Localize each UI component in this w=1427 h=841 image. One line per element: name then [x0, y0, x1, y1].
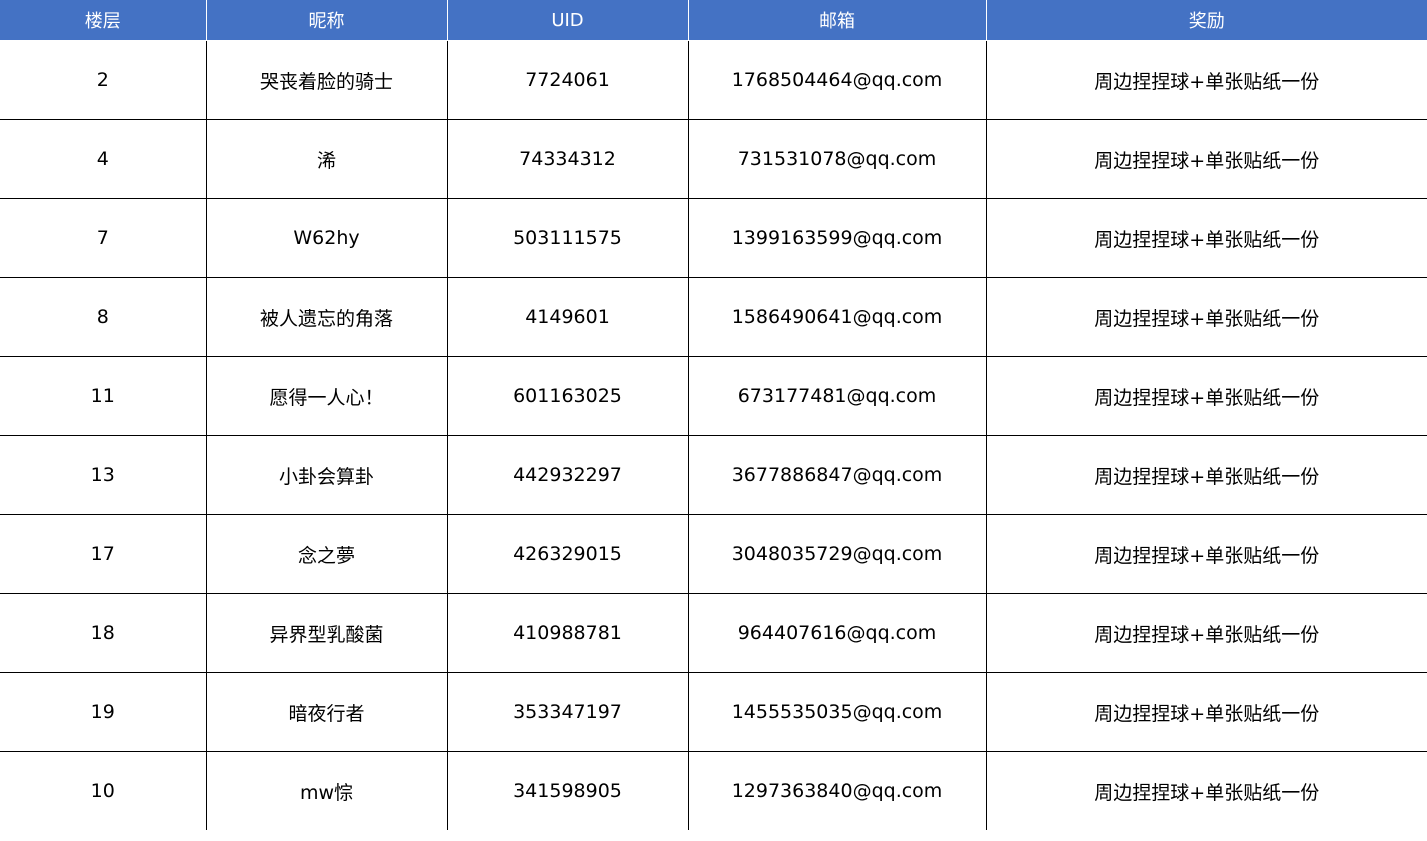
cell-email: 1586490641@qq.com [687, 277, 987, 357]
cell-floor: 17 [0, 514, 207, 594]
cell-nickname: 暗夜行者 [205, 672, 448, 752]
table-row: 10 mw悰 341598905 1297363840@qq.com 周边捏捏球… [0, 751, 1427, 830]
cell-reward: 周边捏捏球+单张贴纸一份 [985, 277, 1427, 357]
cell-reward: 周边捏捏球+单张贴纸一份 [985, 40, 1427, 120]
cell-uid: 74334312 [446, 119, 689, 199]
header-reward: 奖励 [985, 0, 1427, 41]
header-floor: 楼层 [0, 0, 207, 41]
cell-reward: 周边捏捏球+单张贴纸一份 [985, 119, 1427, 199]
cell-nickname: mw悰 [205, 751, 448, 830]
cell-uid: 601163025 [446, 356, 689, 436]
cell-floor: 19 [0, 672, 207, 752]
cell-floor: 7 [0, 198, 207, 278]
cell-floor: 4 [0, 119, 207, 199]
cell-nickname: 小卦会算卦 [205, 435, 448, 515]
cell-reward: 周边捏捏球+单张贴纸一份 [985, 435, 1427, 515]
cell-reward: 周边捏捏球+单张贴纸一份 [985, 672, 1427, 752]
cell-uid: 7724061 [446, 40, 689, 120]
cell-floor: 8 [0, 277, 207, 357]
table-row: 18 异界型乳酸菌 410988781 964407616@qq.com 周边捏… [0, 593, 1427, 673]
cell-uid: 426329015 [446, 514, 689, 594]
header-email: 邮箱 [687, 0, 987, 41]
cell-uid: 341598905 [446, 751, 689, 830]
cell-nickname: 浠 [205, 119, 448, 199]
table-row: 13 小卦会算卦 442932297 3677886847@qq.com 周边捏… [0, 435, 1427, 515]
cell-email: 731531078@qq.com [687, 119, 987, 199]
cell-email: 1768504464@qq.com [687, 40, 987, 120]
table-row: 19 暗夜行者 353347197 1455535035@qq.com 周边捏捏… [0, 672, 1427, 752]
table-row: 17 念之夢 426329015 3048035729@qq.com 周边捏捏球… [0, 514, 1427, 594]
cell-uid: 353347197 [446, 672, 689, 752]
table-row: 8 被人遗忘的角落 4149601 1586490641@qq.com 周边捏捏… [0, 277, 1427, 357]
cell-email: 3048035729@qq.com [687, 514, 987, 594]
cell-reward: 周边捏捏球+单张贴纸一份 [985, 514, 1427, 594]
cell-floor: 18 [0, 593, 207, 673]
header-row: 楼层 昵称 UID 邮箱 奖励 [0, 0, 1427, 41]
table-body: 2 哭丧着脸的骑士 7724061 1768504464@qq.com 周边捏捏… [0, 40, 1427, 830]
cell-nickname: 愿得一人心！ [205, 356, 448, 436]
cell-email: 964407616@qq.com [687, 593, 987, 673]
cell-floor: 13 [0, 435, 207, 515]
cell-uid: 410988781 [446, 593, 689, 673]
cell-email: 1455535035@qq.com [687, 672, 987, 752]
table-row: 4 浠 74334312 731531078@qq.com 周边捏捏球+单张贴纸… [0, 119, 1427, 199]
cell-reward: 周边捏捏球+单张贴纸一份 [985, 751, 1427, 830]
table-row: 11 愿得一人心！ 601163025 673177481@qq.com 周边捏… [0, 356, 1427, 436]
cell-nickname: 念之夢 [205, 514, 448, 594]
header-nickname: 昵称 [205, 0, 448, 41]
table-row: 2 哭丧着脸的骑士 7724061 1768504464@qq.com 周边捏捏… [0, 40, 1427, 120]
cell-reward: 周边捏捏球+单张贴纸一份 [985, 356, 1427, 436]
cell-floor: 2 [0, 40, 207, 120]
table-row: 7 W62hy 503111575 1399163599@qq.com 周边捏捏… [0, 198, 1427, 278]
cell-nickname: 被人遗忘的角落 [205, 277, 448, 357]
table-header: 楼层 昵称 UID 邮箱 奖励 [0, 0, 1427, 41]
cell-nickname: 哭丧着脸的骑士 [205, 40, 448, 120]
cell-email: 1399163599@qq.com [687, 198, 987, 278]
cell-email: 1297363840@qq.com [687, 751, 987, 830]
cell-floor: 10 [0, 751, 207, 830]
cell-uid: 442932297 [446, 435, 689, 515]
cell-floor: 11 [0, 356, 207, 436]
header-uid: UID [446, 0, 689, 41]
cell-reward: 周边捏捏球+单张贴纸一份 [985, 198, 1427, 278]
cell-email: 3677886847@qq.com [687, 435, 987, 515]
cell-email: 673177481@qq.com [687, 356, 987, 436]
cell-uid: 503111575 [446, 198, 689, 278]
cell-reward: 周边捏捏球+单张贴纸一份 [985, 593, 1427, 673]
cell-nickname: W62hy [205, 198, 448, 278]
winners-table: 楼层 昵称 UID 邮箱 奖励 2 哭丧着脸的骑士 7724061 176850… [0, 0, 1427, 830]
cell-uid: 4149601 [446, 277, 689, 357]
cell-nickname: 异界型乳酸菌 [205, 593, 448, 673]
